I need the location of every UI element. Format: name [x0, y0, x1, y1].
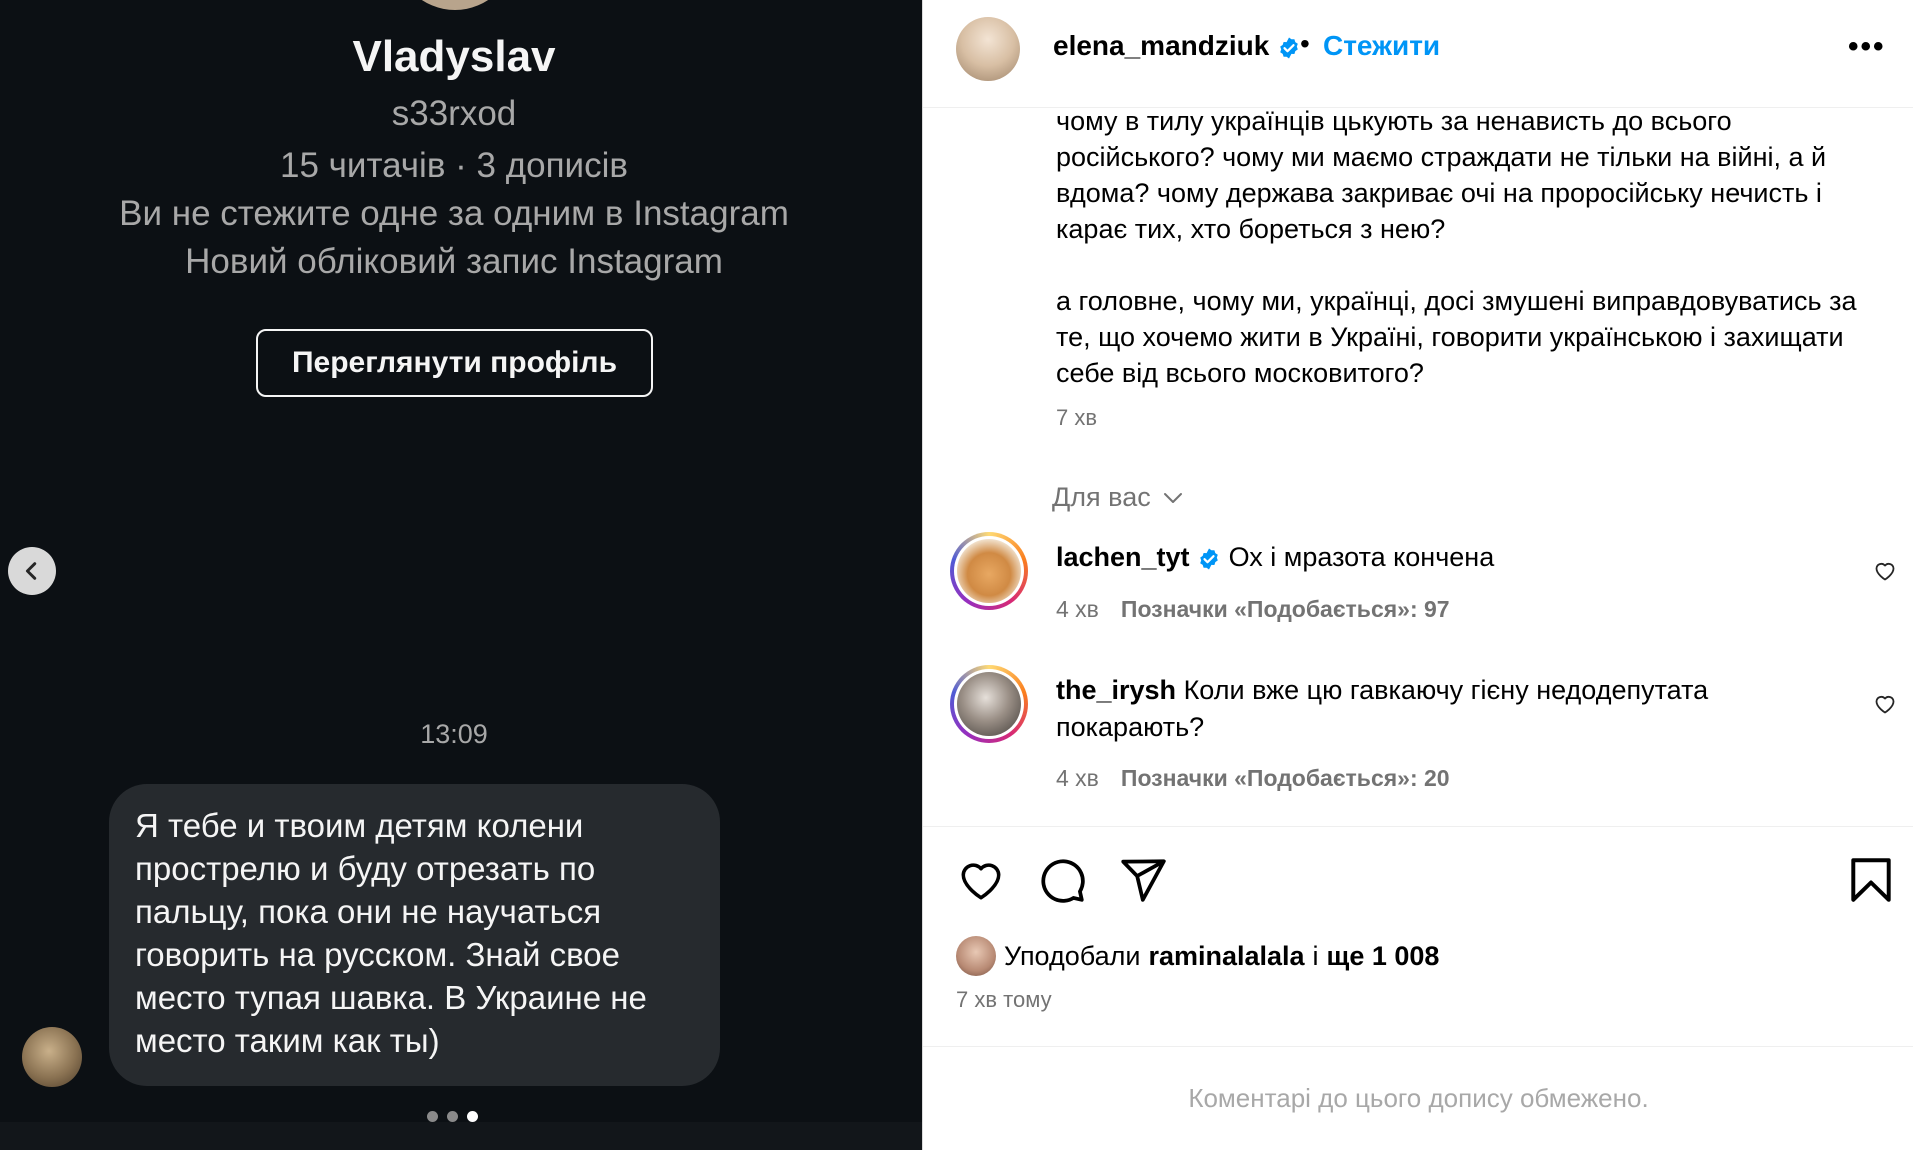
header-separator: •	[1300, 28, 1310, 59]
comment-meta: 4 хв Позначки «Подобається»: 97	[1056, 596, 1450, 623]
chevron-left-icon	[25, 562, 37, 580]
heart-icon	[1875, 696, 1895, 714]
carousel-dot-active	[467, 1111, 478, 1122]
liked-by-count[interactable]: ще 1 008	[1327, 941, 1440, 972]
comment-avatar[interactable]	[950, 532, 1028, 610]
dm-timestamp: 13:09	[420, 719, 488, 749]
liked-by-joiner: і	[1312, 940, 1319, 971]
author-username-text[interactable]: elena_mandziuk	[1053, 30, 1269, 61]
carousel-prev-button[interactable]	[8, 547, 56, 595]
caption-paragraph: а головне, чому ми, українці, досі змуше…	[1056, 286, 1857, 388]
comment-likes-count[interactable]: Позначки «Подобається»: 97	[1121, 596, 1450, 622]
dm-account-note: Новий обліковий запис Instagram	[185, 242, 723, 281]
comment-avatar[interactable]	[950, 665, 1028, 743]
liked-by-prefix: Уподобали	[1004, 940, 1141, 971]
comment-time: 4 хв	[1056, 765, 1099, 791]
liked-by[interactable]: Уподобали raminalalala і ще 1 008	[956, 936, 1439, 976]
dm-contact-handle: s33rxod	[391, 94, 517, 133]
comment-like-button[interactable]	[1873, 692, 1897, 721]
comments-filter-dropdown[interactable]: Для вас	[1052, 482, 1185, 513]
caption-paragraph: чому в тилу українців цькують за ненавис…	[1056, 106, 1827, 244]
bookmark-icon	[1851, 858, 1891, 902]
dm-follow-status: Ви не стежите одне за одним в Instagram	[119, 194, 789, 233]
view-profile-button: Переглянути профіль	[256, 329, 653, 397]
save-button[interactable]	[1848, 855, 1894, 910]
media-bottom-strip	[0, 1122, 922, 1150]
comment-button[interactable]	[1037, 855, 1087, 910]
post-media: Vladyslav s33rxod 15 читачів · 3 дописів…	[0, 0, 922, 1150]
share-icon	[1121, 859, 1166, 902]
more-options-button[interactable]: •••	[1848, 30, 1886, 64]
comment-text: lachen_tyt Ох і мразота кончена	[1056, 539, 1796, 576]
caption-timestamp: 7 хв	[1056, 405, 1098, 430]
more-icon: •••	[1848, 30, 1886, 63]
carousel-dot	[427, 1111, 438, 1122]
carousel-indicator	[427, 1111, 478, 1122]
post-caption: чому в тилу українців цькують за ненавис…	[1056, 103, 1876, 427]
dm-sender-avatar	[22, 1027, 82, 1087]
dm-contact-name: Vladyslav	[352, 32, 556, 81]
comment-time: 4 хв	[1056, 596, 1099, 622]
share-button[interactable]	[1118, 855, 1168, 910]
liked-by-avatar	[956, 936, 996, 976]
comment-meta: 4 хв Позначки «Подобається»: 20	[1056, 765, 1450, 792]
dm-profile-avatar	[395, 0, 515, 10]
chevron-down-icon	[1163, 492, 1182, 503]
comment-username[interactable]: the_irysh	[1056, 675, 1176, 705]
carousel-dot	[447, 1111, 458, 1122]
dm-contact-stats: 15 читачів · 3 дописів	[280, 146, 628, 185]
heart-icon	[1875, 563, 1895, 581]
like-button[interactable]	[956, 855, 1006, 910]
comment-like-button[interactable]	[1873, 559, 1897, 588]
comment-likes-count[interactable]: Позначки «Подобається»: 20	[1121, 765, 1450, 791]
post-actions: Уподобали raminalalala і ще 1 008 7 хв т…	[923, 826, 1913, 1046]
follow-button[interactable]: Стежити	[1323, 30, 1440, 62]
author-username[interactable]: elena_mandziuk	[1053, 30, 1301, 62]
comment-body: Ох і мразота кончена	[1228, 542, 1495, 572]
comment-text: the_irysh Коли вже цю гавкаючу гієну нед…	[1056, 672, 1796, 746]
heart-icon	[961, 863, 1001, 900]
liked-by-user[interactable]: raminalalala	[1148, 941, 1304, 972]
dm-message-bubble: Я тебе и твоим детям колени прострелю и …	[109, 784, 720, 1086]
post-details-panel: elena_mandziuk • Стежити ••• чому в тилу…	[922, 0, 1913, 1150]
verified-badge-icon	[1280, 37, 1298, 59]
post-timestamp: 7 хв тому	[956, 987, 1052, 1012]
post-header: elena_mandziuk • Стежити •••	[923, 0, 1913, 108]
comments-filter-label: Для вас	[1052, 482, 1151, 512]
comment-username[interactable]: lachen_tyt	[1056, 542, 1190, 572]
author-avatar[interactable]	[956, 17, 1020, 81]
comment-icon	[1041, 859, 1085, 903]
verified-badge-icon	[1200, 548, 1218, 570]
comments-restricted-note: Коментарі до цього допису обмежено.	[923, 1046, 1913, 1150]
